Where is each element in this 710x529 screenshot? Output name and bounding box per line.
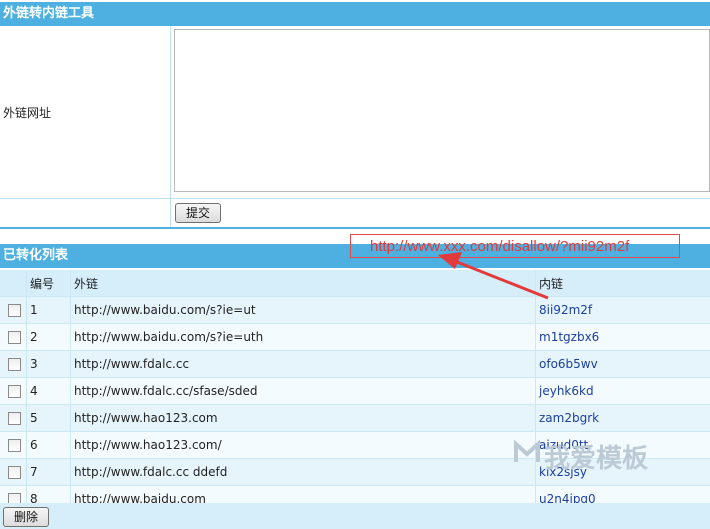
- row-num: 5: [26, 404, 71, 432]
- table-row: 1 http://www.baidu.com/s?ie=ut 8ii92m2f: [0, 296, 710, 324]
- converted-list-table: 编号 外链 内链 1 http://www.baidu.com/s?ie=ut 8i…: [0, 270, 710, 513]
- row-external-link: http://www.hao123.com/: [70, 431, 536, 459]
- submit-button[interactable]: 提交: [175, 203, 221, 223]
- row-checkbox-cell: [0, 404, 27, 432]
- row-external-link: http://www.baidu.com/s?ie=uth: [70, 323, 536, 351]
- row-num: 4: [26, 377, 71, 405]
- row-checkbox[interactable]: [7, 466, 21, 479]
- row-num: 3: [26, 350, 71, 378]
- tool-title: 外链转内链工具: [3, 6, 95, 21]
- row-external-link: http://www.fdalc.cc/sfase/sded: [70, 377, 536, 405]
- row-internal-link[interactable]: m1tgzbx6: [535, 323, 710, 351]
- form-row-submit: 提交: [0, 199, 710, 229]
- row-internal-link[interactable]: zam2bgrk: [535, 404, 710, 432]
- tool-header: 外链转内链工具: [0, 2, 710, 26]
- row-external-link: http://www.fdalc.cc: [70, 350, 536, 378]
- row-checkbox-cell: [0, 431, 27, 459]
- row-num: 6: [26, 431, 71, 459]
- header-num: 编号: [26, 270, 71, 297]
- row-checkbox-cell: [0, 350, 27, 378]
- watermark-logo-icon: [514, 440, 540, 462]
- table-row: 3 http://www.fdalc.cc ofo6b5wv: [0, 350, 710, 378]
- row-checkbox[interactable]: [7, 439, 21, 452]
- table-row: 5 http://www.hao123.com zam2bgrk: [0, 404, 710, 432]
- row-checkbox[interactable]: [7, 412, 21, 425]
- header-internal: 内链: [535, 270, 710, 297]
- row-checkbox-cell: [0, 296, 27, 324]
- row-num: 2: [26, 323, 71, 351]
- header-external: 外链: [70, 270, 536, 297]
- url-label: 外链网址: [3, 106, 52, 120]
- list-title: 已转化列表: [3, 248, 69, 263]
- row-checkbox[interactable]: [7, 331, 21, 344]
- table-header-row: 编号 外链 内链: [0, 270, 710, 297]
- header-check-cell: [0, 270, 27, 297]
- form-row-url: 外链网址: [0, 26, 710, 199]
- delete-button[interactable]: 删除: [3, 507, 49, 527]
- row-internal-link[interactable]: 8ii92m2f: [535, 296, 710, 324]
- row-num: 1: [26, 296, 71, 324]
- row-checkbox-cell: [0, 323, 27, 351]
- form-divider: [170, 26, 171, 228]
- row-checkbox-cell: [0, 458, 27, 486]
- row-checkbox-cell: [0, 377, 27, 405]
- bottom-bar: 删除: [0, 503, 710, 529]
- table-row: 2 http://www.baidu.com/s?ie=uth m1tgzbx6: [0, 323, 710, 351]
- url-textarea[interactable]: [174, 29, 710, 192]
- row-checkbox[interactable]: [7, 385, 21, 398]
- annotation-text: http://www.xxx.com/disallow/?mii92m2f: [370, 238, 630, 255]
- watermark-text: 我爱模板: [544, 444, 649, 474]
- table-row: 4 http://www.fdalc.cc/sfase/sded jeyhk6kd: [0, 377, 710, 405]
- row-internal-link[interactable]: jeyhk6kd: [535, 377, 710, 405]
- row-internal-link[interactable]: ofo6b5wv: [535, 350, 710, 378]
- row-checkbox[interactable]: [7, 358, 21, 371]
- converter-form: 外链网址 提交: [0, 26, 710, 229]
- row-num: 7: [26, 458, 71, 486]
- row-external-link: http://www.fdalc.cc ddefd: [70, 458, 536, 486]
- table-body: 1 http://www.baidu.com/s?ie=ut 8ii92m2f 2 ht…: [0, 296, 710, 513]
- row-external-link: http://www.baidu.com/s?ie=ut: [70, 296, 536, 324]
- row-external-link: http://www.hao123.com: [70, 404, 536, 432]
- row-checkbox[interactable]: [7, 304, 21, 317]
